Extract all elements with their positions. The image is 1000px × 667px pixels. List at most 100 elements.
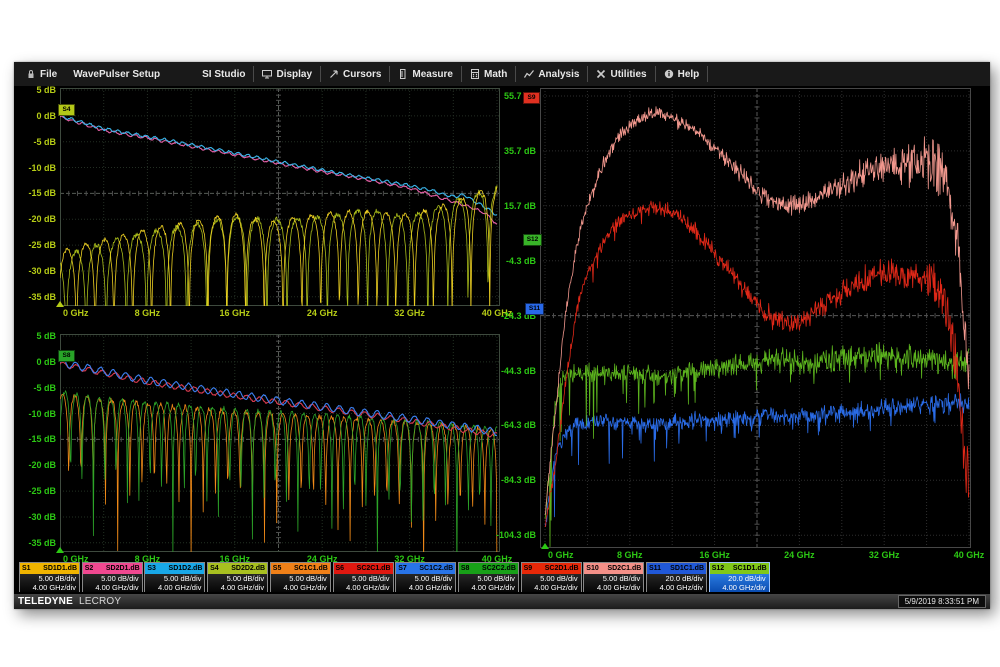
horizontal-scale: 4.00 GHz/div — [584, 584, 640, 593]
y-axis-tick-label: -25 dB — [0, 240, 56, 250]
channel-descriptor-s4[interactable]: S4 SD2D2.dB 5.00 dB/div4.00 GHz/div — [207, 562, 268, 592]
channel-id: S5 — [273, 565, 282, 572]
trigger-origin-marker — [56, 301, 64, 307]
channel-id: S4 — [210, 565, 219, 572]
horizontal-scale: 4.00 GHz/div — [459, 584, 515, 593]
channel-name: SD2C1.dB — [607, 565, 641, 572]
y-axis-tick-label: -44.3 dB — [478, 366, 536, 376]
horizontal-scale: 4.00 GHz/div — [710, 584, 766, 593]
channel-descriptor-s12[interactable]: S12 SC1D1.dB 20.0 dB/div4.00 GHz/div — [709, 562, 770, 592]
descriptor-header: S11SD1C1.dB — [647, 563, 706, 574]
channel-name: SC1C2.dB — [419, 565, 453, 572]
y-axis-tick-label: -5 dB — [0, 137, 56, 147]
y-axis-tick-label: -30 dB — [0, 512, 56, 522]
channel-descriptor-s3[interactable]: S3 SD1D2.dB 5.00 dB/div4.00 GHz/div — [144, 562, 205, 592]
descriptor-header: S7 SC1C2.dB — [396, 563, 455, 574]
brand-lecroy: LECROY — [79, 596, 121, 607]
channel-id: S9 — [524, 565, 533, 572]
descriptor-scales: 5.00 dB/div4.00 GHz/div — [83, 574, 142, 592]
trace-level-badge-s4[interactable]: S4 — [58, 104, 75, 116]
horizontal-scale: 4.00 GHz/div — [396, 584, 452, 593]
horizontal-scale: 4.00 GHz/div — [271, 584, 327, 593]
teledyne-lecroy-logo: TELEDYNE LECROY — [18, 596, 121, 607]
channel-descriptor-s7[interactable]: S7 SC1C2.dB 5.00 dB/div4.00 GHz/div — [395, 562, 456, 592]
plot-grid-differential-sparams[interactable] — [60, 88, 500, 306]
trace-level-badge-s8[interactable]: S8 — [58, 350, 75, 362]
descriptor-header: S1SD1D1.dB — [20, 563, 79, 574]
y-axis-tick-label: -35 dB — [0, 538, 56, 548]
datetime-display: 5/9/2019 8:33:51 PM — [898, 595, 986, 608]
channel-descriptor-s8[interactable]: S8 SC2C2.dB 5.00 dB/div4.00 GHz/div — [458, 562, 519, 592]
channel-name: SD2D2.dB — [231, 565, 265, 572]
x-axis-tick-label: 16 GHz — [220, 308, 251, 318]
descriptor-header: S12 SC1D1.dB — [710, 563, 769, 574]
channel-name: SD1C1.dB — [670, 565, 704, 572]
y-axis-tick-label: -10 dB — [0, 163, 56, 173]
x-axis-tick-label: 8 GHz — [135, 308, 161, 318]
descriptor-scales: 5.00 dB/div4.00 GHz/div — [396, 574, 455, 592]
plot-grid-mode-conversion-sparams[interactable] — [540, 88, 971, 548]
descriptor-scales: 5.00 dB/div4.00 GHz/div — [459, 574, 518, 592]
descriptor-scales: 5.00 dB/div4.00 GHz/div — [334, 574, 393, 592]
x-axis-tick-label: 16 GHz — [699, 550, 730, 560]
y-axis-tick-label: -10 dB — [0, 409, 56, 419]
x-axis-tick-label: 8 GHz — [617, 550, 643, 560]
channel-id: S10 — [586, 565, 598, 572]
wavepulser-window: FileWavePulser SetupSI StudioDisplayCurs… — [14, 62, 990, 609]
y-axis-tick-label: -84.3 dB — [478, 475, 536, 485]
channel-id: S3 — [147, 565, 156, 572]
trigger-origin-marker — [56, 547, 64, 553]
x-axis-tick-label: 0 GHz — [63, 308, 89, 318]
descriptor-header: S6 SC2C1.dB — [334, 563, 393, 574]
descriptor-header: S5SC1C1.dB — [271, 563, 330, 574]
channel-name: SC1D1.dB — [733, 565, 767, 572]
channel-name: SC2C2.dB — [482, 565, 516, 572]
trace-SD1C1.dB — [545, 394, 969, 527]
channel-descriptor-s6[interactable]: S6 SC2C1.dB 5.00 dB/div4.00 GHz/div — [333, 562, 394, 592]
y-axis-tick-label: -104.3 dB — [478, 530, 536, 540]
channel-name: SC2C1.dB — [357, 565, 391, 572]
y-axis-tick-label: -35 dB — [0, 292, 56, 302]
descriptor-scales: 5.00 dB/div4.00 GHz/div — [145, 574, 204, 592]
descriptor-scales: 5.00 dB/div4.00 GHz/div — [20, 574, 79, 592]
trace-level-badge-s11[interactable]: S11 — [525, 303, 544, 315]
channel-id: S6 — [336, 565, 345, 572]
descriptor-header: S8 SC2C2.dB — [459, 563, 518, 574]
plot-grid-common-mode-sparams[interactable] — [60, 334, 500, 552]
channel-id: S7 — [398, 565, 407, 572]
trace-level-badge-s12[interactable]: S12 — [523, 234, 542, 246]
channel-descriptor-row: S1SD1D1.dB5.00 dB/div4.00 GHz/divS2SD2D1… — [14, 562, 990, 593]
y-axis-tick-label: -15 dB — [0, 434, 56, 444]
channel-descriptor-s2[interactable]: S2SD2D1.dB5.00 dB/div4.00 GHz/div — [82, 562, 143, 592]
channel-descriptor-s11[interactable]: S11SD1C1.dB20.0 dB/div4.00 GHz/div — [646, 562, 707, 592]
graph-area: 5 dB0 dB-5 dB-10 dB-15 dB-20 dB-25 dB-30… — [14, 62, 990, 609]
descriptor-scales: 5.00 dB/div4.00 GHz/div — [208, 574, 267, 592]
y-axis-tick-label: -64.3 dB — [478, 420, 536, 430]
horizontal-scale: 4.00 GHz/div — [83, 584, 139, 593]
descriptor-scales: 5.00 dB/div4.00 GHz/div — [522, 574, 581, 592]
channel-descriptor-s10[interactable]: S10 SD2C1.dB 5.00 dB/div4.00 GHz/div — [583, 562, 644, 592]
y-axis-tick-label: -5 dB — [0, 383, 56, 393]
trigger-origin-marker — [541, 543, 549, 549]
horizontal-scale: 4.00 GHz/div — [334, 584, 390, 593]
y-axis-tick-label: 5 dB — [0, 85, 56, 95]
channel-descriptor-s5[interactable]: S5SC1C1.dB5.00 dB/div4.00 GHz/div — [270, 562, 331, 592]
descriptor-scales: 5.00 dB/div4.00 GHz/div — [584, 574, 643, 592]
horizontal-scale: 4.00 GHz/div — [522, 584, 578, 593]
y-axis-tick-label: -30 dB — [0, 266, 56, 276]
channel-id: S8 — [461, 565, 470, 572]
x-axis-tick-label: 24 GHz — [307, 308, 338, 318]
descriptor-header: S9SC2D1.dB — [522, 563, 581, 574]
y-axis-tick-label: -20 dB — [0, 460, 56, 470]
y-axis-tick-label: 0 dB — [0, 111, 56, 121]
y-axis-tick-label: -4.3 dB — [478, 256, 536, 266]
channel-name: SD1D2.dB — [169, 565, 203, 572]
channel-descriptor-s1[interactable]: S1SD1D1.dB5.00 dB/div4.00 GHz/div — [19, 562, 80, 592]
channel-id: S12 — [712, 565, 724, 572]
descriptor-scales: 20.0 dB/div4.00 GHz/div — [647, 574, 706, 592]
trace-level-badge-s9[interactable]: S9 — [523, 92, 540, 104]
descriptor-scales: 20.0 dB/div4.00 GHz/div — [710, 574, 769, 592]
descriptor-header: S4 SD2D2.dB — [208, 563, 267, 574]
channel-descriptor-s9[interactable]: S9SC2D1.dB5.00 dB/div4.00 GHz/div — [521, 562, 582, 592]
y-axis-tick-label: 15.7 dB — [478, 201, 536, 211]
